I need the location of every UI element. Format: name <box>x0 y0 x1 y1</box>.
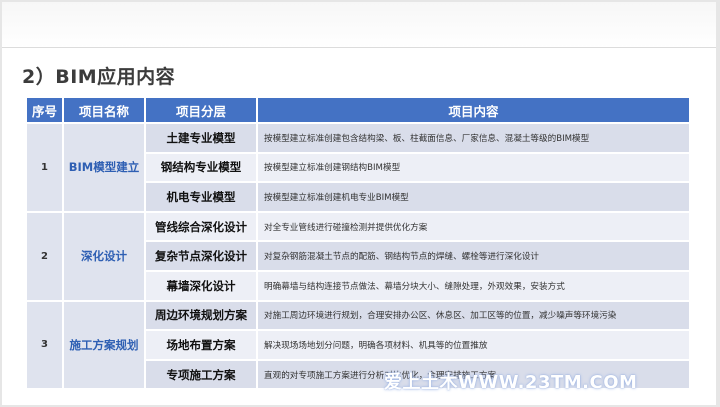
header-category: 项目分层 <box>146 98 256 122</box>
row-category: 幕墙深化设计 <box>146 271 256 300</box>
slide: 2）BIM应用内容 序号 项目名称 项目分层 项目内容 1 BIM模型建立 土建… <box>2 2 716 405</box>
top-divider <box>2 47 716 48</box>
table-row: 3 施工方案规划 周边环境规划方案 对施工周边环境进行规划，合理安排办公区、休息… <box>27 301 689 389</box>
row-content: 解决现场场地划分问题，明确各项材料、机具等的位置推放 <box>258 331 689 359</box>
bim-content-table: 序号 项目名称 项目分层 项目内容 1 BIM模型建立 土建专业模型 按模型建立… <box>25 96 691 390</box>
row-content: 按模型建立标准创建机电专业BIM模型 <box>258 183 689 211</box>
row-content: 明确幕墙与结构连接节点做法、幕墙分块大小、缝隙处理，外观效果，安装方式 <box>258 271 689 300</box>
row-content: 对施工周边环境进行规划，合理安排办公区、休息区、加工区等的位置，减少噪声等环境污… <box>258 301 689 330</box>
header-name: 项目名称 <box>64 98 144 122</box>
group-number: 1 <box>27 124 62 211</box>
row-content: 按模型建立标准创建钢结构BIM模型 <box>258 153 689 182</box>
row-category: 土建专业模型 <box>146 124 256 152</box>
row-category: 机电专业模型 <box>146 183 256 211</box>
group-name: 施工方案规划 <box>64 301 144 389</box>
site-watermark: 爱上土木WWW.23TM.COM <box>384 372 638 393</box>
row-category: 场地布置方案 <box>146 331 256 359</box>
table-row: 2 深化设计 管线综合深化设计 对全专业管线进行碰撞检测并提供优化方案 <box>27 212 689 300</box>
header-content: 项目内容 <box>258 98 689 122</box>
row-content: 对复杂钢筋混凝土节点的配筋、钢结构节点的焊缝、螺栓等进行深化设计 <box>258 242 689 270</box>
row-category: 复杂节点深化设计 <box>146 242 256 270</box>
table-row: 1 BIM模型建立 土建专业模型 按模型建立标准创建包含结构梁、板、柱截面信息、… <box>27 124 689 211</box>
group-name: 深化设计 <box>64 212 144 300</box>
header-no: 序号 <box>27 98 62 122</box>
top-band <box>2 2 716 48</box>
row-category: 管线综合深化设计 <box>146 212 256 241</box>
row-category: 专项施工方案 <box>146 360 256 389</box>
group-name: BIM模型建立 <box>64 124 144 211</box>
row-category: 钢结构专业模型 <box>146 153 256 182</box>
row-content: 按模型建立标准创建包含结构梁、板、柱截面信息、厂家信息、混凝土等级的BIM模型 <box>258 124 689 152</box>
row-content: 对全专业管线进行碰撞检测并提供优化方案 <box>258 212 689 241</box>
row-category: 周边环境规划方案 <box>146 301 256 330</box>
table-header-row: 序号 项目名称 项目分层 项目内容 <box>27 98 689 122</box>
group-number: 2 <box>27 212 62 300</box>
group-number: 3 <box>27 301 62 389</box>
section-title: 2）BIM应用内容 <box>22 66 176 88</box>
